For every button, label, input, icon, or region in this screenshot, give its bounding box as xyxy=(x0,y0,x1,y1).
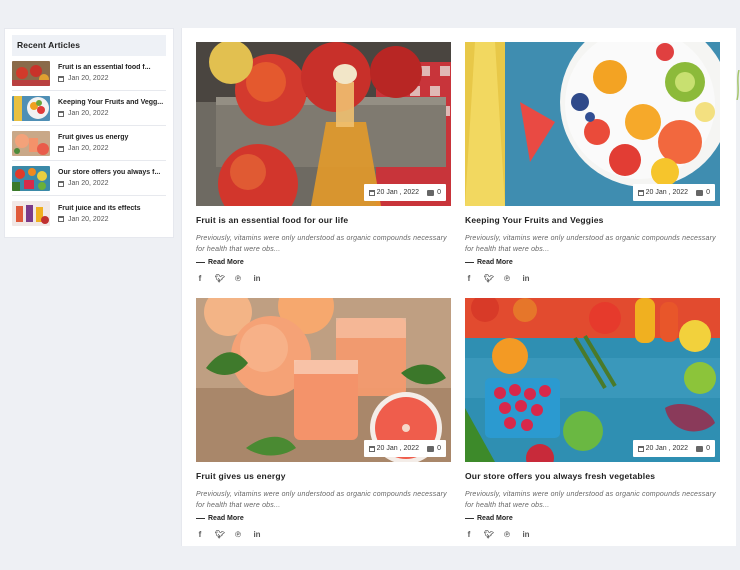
read-more-label[interactable]: Read More xyxy=(208,515,244,522)
sidebar-article-date: Jan 20, 2022 xyxy=(68,215,109,223)
facebook-icon[interactable]: f xyxy=(196,530,204,539)
calendar-icon xyxy=(58,180,64,187)
article-date: 20 Jan , 2022 xyxy=(645,189,689,196)
article-title[interactable]: Fruit gives us energy xyxy=(196,471,451,481)
calendar-icon xyxy=(58,216,64,222)
article-meta-badge: 20 Jan , 2022 0 xyxy=(363,184,446,201)
article-thumbnail[interactable] xyxy=(12,60,50,86)
sidebar-article-date: Jan 20, 2022 xyxy=(68,110,109,117)
share-icons: f 🐦︎ ℗ in xyxy=(196,274,451,283)
article-card: 20 Jan , 2022 0 Keeping Your Fruits and … xyxy=(465,42,720,283)
pinterest-icon[interactable]: ℗ xyxy=(234,530,242,539)
read-more-link[interactable]: Read More xyxy=(465,259,720,266)
sidebar-article-date: Jan 20, 2022 xyxy=(68,75,109,82)
recent-articles-title: Recent Articles xyxy=(12,35,166,56)
dash-icon xyxy=(196,262,205,263)
share-icons: f 🐦︎ ℗ in xyxy=(465,530,720,539)
article-thumbnail[interactable] xyxy=(12,165,50,191)
share-icons: f 🐦︎ ℗ in xyxy=(196,530,451,539)
sidebar-article[interactable]: Keeping Your Fruits and Vegg... Jan 20, … xyxy=(12,91,166,126)
comment-icon xyxy=(427,189,435,196)
dash-icon xyxy=(196,518,205,519)
read-more-label[interactable]: Read More xyxy=(477,515,513,522)
calendar-icon xyxy=(58,110,64,117)
sidebar-article[interactable]: Our store offers you always f... Jan 20,… xyxy=(12,161,166,196)
sidebar-article-title[interactable]: Fruit juice and its effects xyxy=(58,205,166,212)
sidebar-article[interactable]: Fruit juice and its effects Jan 20, 2022 xyxy=(12,196,166,231)
article-image[interactable]: 20 Jan , 2022 0 xyxy=(196,42,451,206)
article-date: 20 Jan , 2022 xyxy=(376,445,420,452)
article-card: 20 Jan , 2022 0 Fruit gives us energy Pr… xyxy=(196,298,451,539)
article-card: 20 Jan , 2022 0 Fruit is an essential fo… xyxy=(196,42,451,283)
article-excerpt: Previously, vitamins were only understoo… xyxy=(465,235,716,253)
recent-articles-widget: Recent Articles Fruit is an essential fo… xyxy=(4,28,174,238)
article-title[interactable]: Our store offers you always fresh vegeta… xyxy=(465,471,720,481)
comment-icon xyxy=(427,445,435,452)
article-meta-badge: 20 Jan , 2022 0 xyxy=(632,440,715,457)
article-image[interactable]: 20 Jan , 2022 0 xyxy=(465,298,720,462)
facebook-icon[interactable]: f xyxy=(465,274,473,283)
page-edge-decoration xyxy=(736,70,740,100)
article-meta-badge: 20 Jan , 2022 0 xyxy=(363,440,446,457)
linkedin-icon[interactable]: in xyxy=(253,274,261,283)
read-more-link[interactable]: Read More xyxy=(196,515,451,522)
pinterest-icon[interactable]: ℗ xyxy=(503,530,511,539)
article-meta-badge: 20 Jan , 2022 0 xyxy=(632,184,715,201)
comment-icon xyxy=(696,189,704,196)
comment-count: 0 xyxy=(437,445,441,452)
sidebar-article-title[interactable]: Keeping Your Fruits and Vegg... xyxy=(58,99,166,106)
read-more-link[interactable]: Read More xyxy=(196,259,451,266)
sidebar-article[interactable]: Fruit gives us energy Jan 20, 2022 xyxy=(12,126,166,161)
article-thumbnail[interactable] xyxy=(12,95,50,121)
twitter-icon[interactable]: 🐦︎ xyxy=(215,274,225,283)
read-more-link[interactable]: Read More xyxy=(465,515,720,522)
article-thumbnail[interactable] xyxy=(12,201,50,226)
facebook-icon[interactable]: f xyxy=(196,274,204,283)
share-icons: f 🐦︎ ℗ in xyxy=(465,274,720,283)
calendar-icon xyxy=(637,445,644,452)
comment-count: 0 xyxy=(706,445,710,452)
article-date: 20 Jan , 2022 xyxy=(376,189,420,196)
pinterest-icon[interactable]: ℗ xyxy=(234,274,242,283)
article-date: 20 Jan , 2022 xyxy=(645,445,689,452)
article-title[interactable]: Keeping Your Fruits and Veggies xyxy=(465,215,720,225)
calendar-icon xyxy=(368,189,375,196)
sidebar-article[interactable]: Fruit is an essential food f... Jan 20, … xyxy=(12,56,166,91)
article-excerpt: Previously, vitamins were only understoo… xyxy=(465,491,716,509)
sidebar-article-title[interactable]: Our store offers you always f... xyxy=(58,169,166,176)
dash-icon xyxy=(465,518,474,519)
sidebar-article-date: Jan 20, 2022 xyxy=(68,145,109,152)
linkedin-icon[interactable]: in xyxy=(253,530,261,539)
comment-count: 0 xyxy=(437,189,441,196)
calendar-icon xyxy=(637,189,644,196)
article-thumbnail[interactable] xyxy=(12,130,50,156)
calendar-icon xyxy=(58,75,64,82)
pinterest-icon[interactable]: ℗ xyxy=(503,274,511,283)
dash-icon xyxy=(465,262,474,263)
twitter-icon[interactable]: 🐦︎ xyxy=(215,530,225,539)
sidebar-article-date: Jan 20, 2022 xyxy=(68,180,109,187)
article-title[interactable]: Fruit is an essential food for our life xyxy=(196,215,451,225)
read-more-label[interactable]: Read More xyxy=(477,259,513,266)
linkedin-icon[interactable]: in xyxy=(522,530,530,539)
article-excerpt: Previously, vitamins were only understoo… xyxy=(196,235,447,253)
twitter-icon[interactable]: 🐦︎ xyxy=(484,530,494,539)
twitter-icon[interactable]: 🐦︎ xyxy=(484,274,494,283)
read-more-label[interactable]: Read More xyxy=(208,259,244,266)
linkedin-icon[interactable]: in xyxy=(522,274,530,283)
facebook-icon[interactable]: f xyxy=(465,530,473,539)
comment-count: 0 xyxy=(706,189,710,196)
comment-icon xyxy=(696,445,704,452)
articles-grid: 20 Jan , 2022 0 Fruit is an essential fo… xyxy=(181,28,736,546)
calendar-icon xyxy=(58,145,64,152)
article-image[interactable]: 20 Jan , 2022 0 xyxy=(465,42,720,206)
article-excerpt: Previously, vitamins were only understoo… xyxy=(196,491,447,509)
article-image[interactable]: 20 Jan , 2022 0 xyxy=(196,298,451,462)
sidebar-article-title[interactable]: Fruit gives us energy xyxy=(58,134,166,141)
calendar-icon xyxy=(368,445,375,452)
article-card: 20 Jan , 2022 0 Our store offers you alw… xyxy=(465,298,720,539)
sidebar-article-title[interactable]: Fruit is an essential food f... xyxy=(58,64,166,71)
